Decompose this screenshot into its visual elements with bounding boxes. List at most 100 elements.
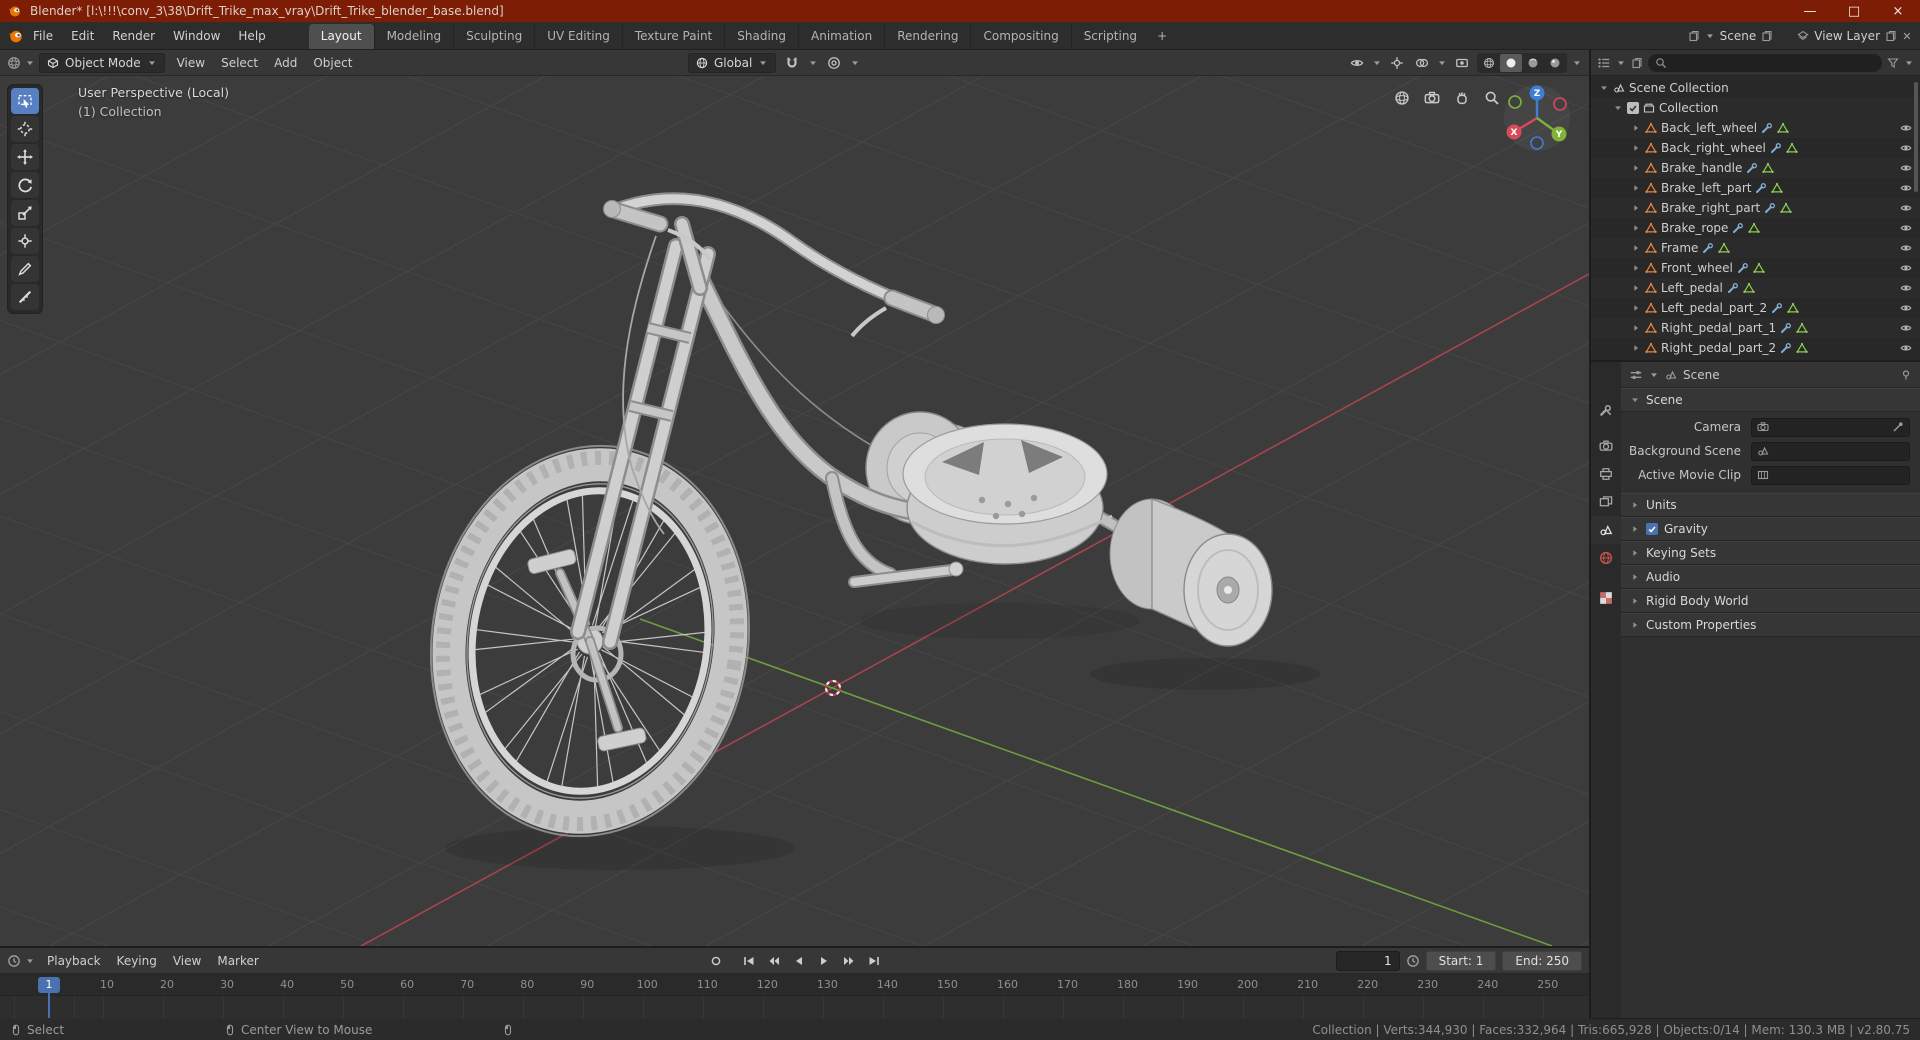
modifier-wrench-icon[interactable] [1764,202,1776,214]
toggle-perspective-icon[interactable] [1391,88,1413,108]
close-button[interactable]: × [1876,0,1920,22]
scene-selector[interactable]: Scene [1720,29,1757,43]
visibility-eye-icon[interactable] [1900,262,1912,274]
panel-expand-icon[interactable] [1630,596,1640,606]
mesh-data-icon[interactable] [1777,122,1789,134]
object-name[interactable]: Right_pedal_part_2 [1661,341,1776,355]
menubar-item[interactable]: Render [103,25,164,47]
mesh-data-icon[interactable] [1786,142,1798,154]
next-keyframe-button[interactable] [838,952,860,970]
modifier-wrench-icon[interactable] [1746,162,1758,174]
chevron-down-icon[interactable] [1572,58,1582,68]
outliner-object-row[interactable]: Right_pedal_part_2 [1591,338,1920,358]
object-name[interactable]: Brake_right_part [1661,201,1760,215]
outliner-object-row[interactable]: Back_right_wheel [1591,138,1920,158]
editor-type-icon[interactable] [7,56,21,70]
play-reverse-button[interactable] [788,952,810,970]
menubar-item[interactable]: Help [229,25,274,47]
move-tool[interactable] [11,144,39,170]
select-box-tool[interactable] [11,88,39,114]
minimize-button[interactable]: — [1788,0,1832,22]
timeline-menu-item[interactable]: Marker [209,954,266,968]
maximize-button[interactable]: □ [1832,0,1876,22]
object-visibility-button[interactable] [1347,54,1367,72]
disclosure-caret-icon[interactable] [1631,183,1641,193]
show-overlays-button[interactable] [1412,54,1432,72]
outliner-object-row[interactable]: Brake_left_part [1591,178,1920,198]
properties-tab-view-layer[interactable] [1591,488,1621,516]
seat[interactable] [902,423,1113,565]
keying-sets-panel-header[interactable]: Keying Sets [1621,541,1920,565]
object-name[interactable]: Back_right_wheel [1661,141,1766,155]
mesh-data-icon[interactable] [1771,182,1783,194]
measure-tool[interactable] [11,284,39,310]
modifier-wrench-icon[interactable] [1780,322,1792,334]
navigation-gizmo[interactable]: Z X Y [1499,78,1575,154]
workspace-tab[interactable]: Scripting [1070,24,1149,49]
annotate-tool[interactable] [11,256,39,282]
3d-viewport[interactable]: User Perspective (Local) (1) Collection [0,76,1589,946]
custom-properties-panel-header[interactable]: Custom Properties [1621,613,1920,637]
add-workspace-button[interactable]: + [1149,25,1175,47]
transform-orientation-dropdown[interactable]: Global [688,52,777,73]
visibility-eye-icon[interactable] [1900,302,1912,314]
chevron-down-icon[interactable] [25,58,35,68]
audio-panel-header[interactable]: Audio [1621,565,1920,589]
show-gizmo-button[interactable] [1387,54,1407,72]
disclosure-caret-icon[interactable] [1631,143,1641,153]
mesh-data-icon[interactable] [1796,322,1808,334]
disclosure-caret-icon[interactable] [1631,223,1641,233]
jump-to-end-button[interactable] [863,952,885,970]
scene-collection-label[interactable]: Scene Collection [1629,81,1729,95]
properties-tab-texture[interactable] [1591,584,1621,612]
disclosure-caret-icon[interactable] [1631,283,1641,293]
menubar-item[interactable]: Window [164,25,229,47]
rotate-tool[interactable] [11,172,39,198]
chevron-down-icon[interactable] [1705,31,1715,41]
panel-expand-icon[interactable] [1630,548,1640,558]
object-name[interactable]: Brake_left_part [1661,181,1751,195]
visibility-eye-icon[interactable] [1900,182,1912,194]
properties-tab-render[interactable] [1591,432,1621,460]
remove-view-layer-icon[interactable] [1902,31,1912,41]
gravity-checkbox[interactable] [1646,523,1658,535]
disclosure-caret-icon[interactable] [1631,343,1641,353]
workspace-tab[interactable]: Modeling [373,24,454,49]
object-name[interactable]: Frame [1661,241,1698,255]
disclosure-caret-icon[interactable] [1631,243,1641,253]
object-name[interactable]: Brake_rope [1661,221,1728,235]
collection-row[interactable]: Collection [1591,98,1920,118]
properties-tab-scene[interactable] [1591,516,1621,544]
transform-tool[interactable] [11,228,39,254]
mesh-data-icon[interactable] [1762,162,1774,174]
panel-expand-icon[interactable] [1630,395,1640,405]
eyedropper-icon[interactable] [1892,421,1904,433]
disclosure-caret-icon[interactable] [1631,303,1641,313]
object-name[interactable]: Back_left_wheel [1661,121,1757,135]
workspace-tab[interactable]: Shading [724,24,798,49]
menubar-item[interactable]: File [24,25,62,47]
mesh-data-icon[interactable] [1787,302,1799,314]
object-name[interactable]: Left_pedal [1661,281,1723,295]
visibility-eye-icon[interactable] [1900,162,1912,174]
disclosure-caret-icon[interactable] [1631,123,1641,133]
visibility-eye-icon[interactable] [1900,282,1912,294]
editor-type-icon[interactable] [7,954,21,968]
mesh-data-icon[interactable] [1753,262,1765,274]
object-name[interactable]: Brake_handle [1661,161,1742,175]
shading-material-button[interactable] [1522,54,1544,72]
start-frame-field[interactable]: Start: 1 [1425,950,1497,971]
mesh-data-icon[interactable] [1748,222,1760,234]
outliner-object-row[interactable]: Brake_rope [1591,218,1920,238]
workspace-tab[interactable]: Layout [308,24,374,49]
outliner-object-row[interactable]: Back_left_wheel [1591,118,1920,138]
chevron-down-icon[interactable] [850,58,860,68]
cursor-tool[interactable] [11,116,39,142]
properties-tab-tool[interactable] [1591,396,1621,424]
viewport-menu-item[interactable]: Object [305,56,360,70]
panel-expand-icon[interactable] [1630,572,1640,582]
workspace-tab[interactable]: Rendering [884,24,970,49]
visibility-eye-icon[interactable] [1900,222,1912,234]
visibility-eye-icon[interactable] [1900,122,1912,134]
disclosure-caret-icon[interactable] [1631,263,1641,273]
